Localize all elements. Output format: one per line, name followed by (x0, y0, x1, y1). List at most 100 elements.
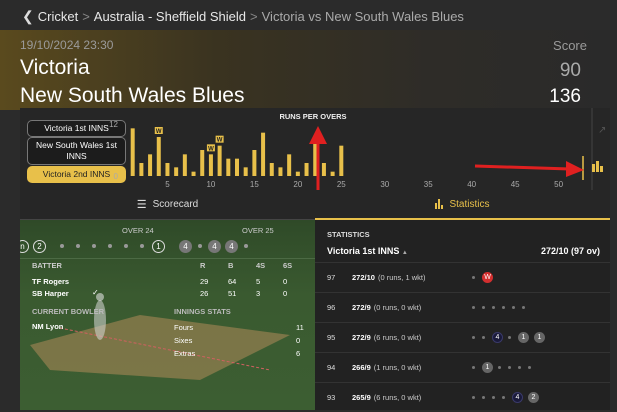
dot-ball (528, 366, 531, 369)
x-tick-label: 30 (380, 180, 389, 189)
bar-over-9[interactable] (200, 150, 205, 176)
dot-ball (472, 366, 475, 369)
stats-over-number: 97 (327, 273, 336, 282)
stats-over-balls: 1 (472, 362, 538, 373)
dot-ball (492, 306, 495, 309)
stats-row[interactable]: 96 272/9 (0 runs, 0 wkt) (315, 292, 610, 322)
bar-over-1[interactable] (130, 128, 135, 176)
dot-ball (518, 366, 521, 369)
dot-ball (472, 306, 475, 309)
bar-over-18[interactable] (278, 167, 283, 176)
dot-ball (472, 336, 475, 339)
boundary-ball: 4 (512, 392, 523, 403)
match-widget: Victoria 1st INNS New South Wales 1st IN… (20, 108, 610, 410)
stats-over-score: 266/9 (1 runs, 0 wkt) (352, 363, 422, 372)
breadcrumb-competition[interactable]: Australia - Sheffield Shield (94, 9, 246, 24)
ball: n (20, 239, 29, 253)
bar-over-10[interactable] (208, 154, 213, 176)
line-chart-icon[interactable]: ↗ (598, 125, 606, 136)
chevron-left-icon[interactable]: ❮ (22, 8, 34, 25)
ball: 2 (33, 239, 46, 253)
innings-stat-value: 0 (296, 336, 301, 345)
breadcrumb-separator: > (82, 9, 90, 24)
bar-over-19[interactable] (287, 154, 292, 176)
match-datetime: 19/10/2024 23:30 (20, 38, 114, 52)
bar-over-13[interactable] (235, 158, 239, 176)
list-icon: ☰ (136, 199, 147, 211)
bar-over-12[interactable] (226, 158, 231, 176)
stats-over-balls (472, 306, 532, 309)
dot-ball (76, 244, 80, 248)
wicket-marker: W (154, 127, 163, 135)
bar-over-5[interactable] (165, 163, 170, 176)
team1-name: Victoria (20, 56, 90, 79)
bar-over-25[interactable] (339, 145, 344, 176)
stats-row[interactable]: 94 266/9 (1 runs, 0 wkt) 1 (315, 352, 610, 382)
breadcrumb-cricket[interactable]: Cricket (38, 9, 78, 24)
dot-ball (244, 244, 248, 248)
stats-over-balls: 42 (472, 392, 544, 403)
dot-ball (492, 396, 495, 399)
dot-ball (522, 306, 525, 309)
run-ball: 1 (534, 332, 545, 343)
bar-chart-icon[interactable] (592, 161, 603, 172)
bar-over-6[interactable] (174, 167, 179, 176)
x-tick-label: 20 (293, 180, 302, 189)
stats-innings-select[interactable]: Victoria 1st INNS ▲ (327, 246, 408, 256)
tab-scorecard-label: Scorecard (152, 199, 199, 210)
bar-over-14[interactable] (243, 167, 248, 176)
bar-over-11[interactable] (217, 145, 222, 176)
x-tick-label: 35 (424, 180, 433, 189)
dot-ball (198, 244, 202, 248)
wicket-marker: W (206, 144, 215, 152)
svg-text:W: W (217, 138, 223, 144)
ball: 1 (152, 239, 165, 253)
dot-ball (60, 244, 64, 248)
bar-over-23[interactable] (321, 163, 326, 176)
wicket-marker: W (215, 135, 224, 144)
stats-row[interactable]: 95 272/9 (6 runs, 0 wkt) 4 1 1 (315, 322, 610, 352)
statistics-title: STATISTICS (327, 230, 370, 239)
stats-over-score: 272/9 (0 runs, 0 wkt) (352, 303, 422, 312)
bar-over-16[interactable] (261, 132, 266, 176)
team2-score: 136 (549, 86, 581, 107)
boundary-ball: 4 (492, 332, 503, 343)
bar-over-4[interactable] (156, 137, 161, 176)
annotation-arrow-right (474, 161, 584, 177)
bar-over-17[interactable] (269, 163, 274, 176)
y-tick-label: 12 (109, 120, 118, 129)
over-balls-row: n 2 1 4 4 4 (20, 236, 315, 256)
score-label: Score (553, 38, 587, 53)
dot-ball (472, 276, 475, 279)
bar-over-7[interactable] (182, 154, 187, 176)
stats-row[interactable]: 93 265/9 (6 runs, 0 wkt) 4 2 (315, 382, 610, 412)
statistics-panel: STATISTICS Victoria 1st INNS ▲ 272/10 (9… (315, 220, 610, 410)
cricket-field-panel: OVER 24 OVER 25 n 2 1 4 4 4 BATTER R B 4… (20, 220, 315, 410)
bar-over-24[interactable] (330, 171, 335, 176)
batter-stat: 64 (228, 277, 237, 286)
ball: 4 (179, 239, 192, 253)
dot-ball (508, 366, 511, 369)
stats-over-score: 265/9 (6 runs, 0 wkt) (352, 393, 422, 402)
tab-scorecard[interactable]: ☰ Scorecard (20, 190, 315, 220)
stats-row[interactable]: 97 272/10 (0 runs, 1 wkt) W (315, 262, 610, 292)
bar-over-8[interactable] (191, 171, 196, 176)
y-tick-label: 0 (114, 172, 119, 181)
stats-over-number: 95 (327, 333, 336, 342)
stats-over-balls: W (472, 272, 498, 283)
bar-over-20[interactable] (295, 171, 300, 176)
innings-stat-name: Extras (174, 349, 196, 358)
tab-statistics[interactable]: Statistics (315, 190, 610, 220)
bar-over-15[interactable] (252, 150, 257, 176)
bar-over-2[interactable] (139, 163, 144, 176)
x-tick-label: 45 (511, 180, 520, 189)
bar-over-3[interactable] (148, 154, 153, 176)
stats-over-detail: (0 runs, 1 wkt) (377, 273, 426, 282)
dot-ball (92, 244, 96, 248)
annotation-arrow-up (309, 126, 327, 190)
stats-over-detail: (6 runs, 0 wkt) (373, 393, 422, 402)
batting-header-b: B (228, 261, 234, 270)
dot-ball (482, 336, 485, 339)
bar-over-21[interactable] (304, 163, 309, 176)
over-24-label: OVER 24 (122, 226, 154, 235)
